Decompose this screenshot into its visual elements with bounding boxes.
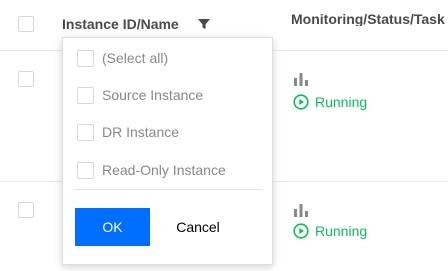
bar-chart-icon[interactable] [293,71,309,87]
bar-chart-icon[interactable] [293,202,309,218]
status-text: Running [315,94,368,110]
play-circle-icon [293,94,309,110]
row-checkbox[interactable] [18,202,34,218]
option-label: (Select all) [102,50,169,66]
filter-option-select-all[interactable]: (Select all) [77,48,168,68]
option-checkbox[interactable] [77,49,94,67]
filter-option-source-instance[interactable]: Source Instance [77,85,203,105]
option-label: Read-Only Instance [102,162,226,178]
status-badge: Running [293,93,367,111]
option-label: DR Instance [102,124,180,140]
option-checkbox[interactable] [77,123,94,141]
filter-option-dr-instance[interactable]: DR Instance [77,122,179,142]
filter-option-read-only-instance[interactable]: Read-Only Instance [77,160,226,180]
option-checkbox[interactable] [77,86,94,104]
instance-id-name-column-header: Instance ID/Name [62,16,179,32]
status-badge: Running [293,222,367,240]
option-label: Source Instance [102,87,204,103]
play-circle-icon [293,223,309,239]
ok-button[interactable]: OK [75,208,150,246]
filter-icon[interactable] [197,17,211,31]
row-checkbox[interactable] [18,71,34,87]
cancel-button[interactable]: Cancel [158,208,238,246]
monitoring-status-task-column-header: Monitoring/Status/Task [291,12,445,26]
dropdown-divider [74,189,262,190]
instance-type-filter-dropdown: (Select all) Source Instance DR Instance… [62,37,273,265]
option-checkbox[interactable] [77,161,94,179]
select-all-rows-checkbox[interactable] [18,16,34,32]
status-text: Running [315,223,368,239]
